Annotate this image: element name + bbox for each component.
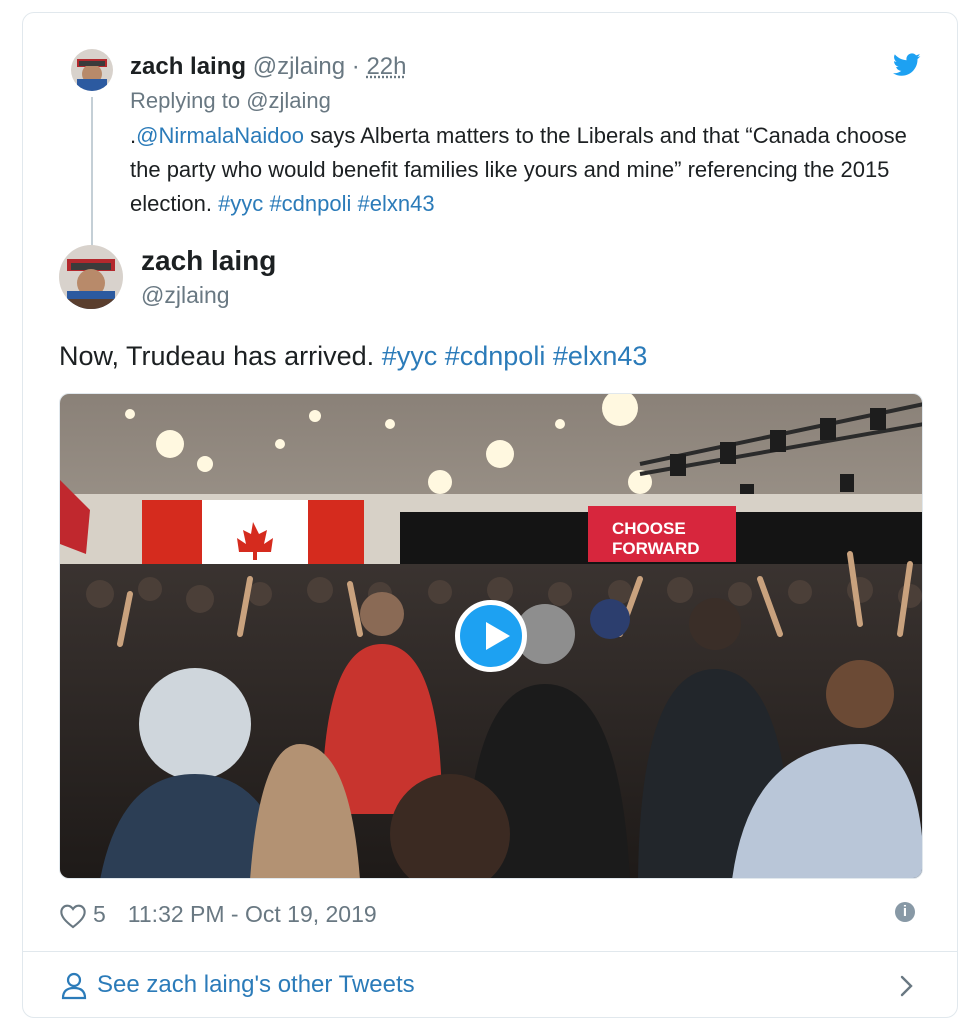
author-avatar[interactable] [59, 245, 123, 309]
info-icon[interactable]: i [895, 902, 915, 922]
thread-connector-line [91, 97, 93, 247]
parent-tweet-text: .@NirmalaNaidoo says Alberta matters to … [130, 119, 910, 221]
twitter-bird-icon[interactable] [892, 53, 921, 79]
svg-text:FORWARD: FORWARD [612, 539, 700, 558]
tweet-text: Now, Trudeau has arrived. #yyc #cdnpoli … [59, 339, 647, 373]
hashtag-link[interactable]: #cdnpoli [269, 191, 351, 216]
tweet-timestamp[interactable]: 11:32 PM - Oct 19, 2019 [128, 901, 377, 927]
hashtag-link[interactable]: #elxn43 [358, 191, 435, 216]
chevron-right-icon[interactable] [899, 974, 915, 998]
heart-icon[interactable] [59, 903, 87, 929]
parent-header: zach laing @zjlaing · 22h [130, 53, 407, 81]
other-tweets-footer[interactable]: See zach laing's other Tweets [23, 951, 957, 1018]
parent-author-handle[interactable]: @zjlaing [253, 53, 345, 80]
parent-avatar[interactable] [71, 49, 113, 91]
tweet-text-body: Now, Trudeau has arrived. [59, 341, 375, 371]
play-icon[interactable] [455, 600, 527, 672]
parent-timestamp[interactable]: 22h [366, 53, 406, 80]
author-handle[interactable]: @zjlaing [141, 281, 230, 309]
tweet-actions: 5 11:32 PM - Oct 19, 2019 [59, 897, 377, 931]
replying-to-line: Replying to @zjlaing [130, 87, 331, 115]
embedded-tweet-card: zach laing @zjlaing · 22h Replying to @z… [22, 12, 958, 1018]
hashtag-link[interactable]: #yyc [218, 191, 263, 216]
parent-author-name[interactable]: zach laing [130, 53, 246, 80]
hashtag-link[interactable]: #cdnpoli [445, 341, 546, 371]
hashtag-link[interactable]: #yyc [382, 341, 438, 371]
replying-handle-link[interactable]: @zjlaing [246, 88, 331, 113]
see-other-tweets-link[interactable]: See zach laing's other Tweets [97, 970, 415, 1000]
hashtag-link[interactable]: #elxn43 [553, 341, 648, 371]
person-icon [61, 972, 87, 1000]
author-name[interactable]: zach laing [141, 245, 276, 277]
replying-label: Replying to [130, 88, 241, 113]
video-thumbnail[interactable]: CHOOSE FORWARD [59, 393, 923, 879]
banner-text: CHOOSE [612, 519, 686, 538]
separator-dot: · [351, 53, 360, 80]
mention-link[interactable]: @NirmalaNaidoo [136, 123, 304, 148]
like-count: 5 [93, 901, 106, 927]
